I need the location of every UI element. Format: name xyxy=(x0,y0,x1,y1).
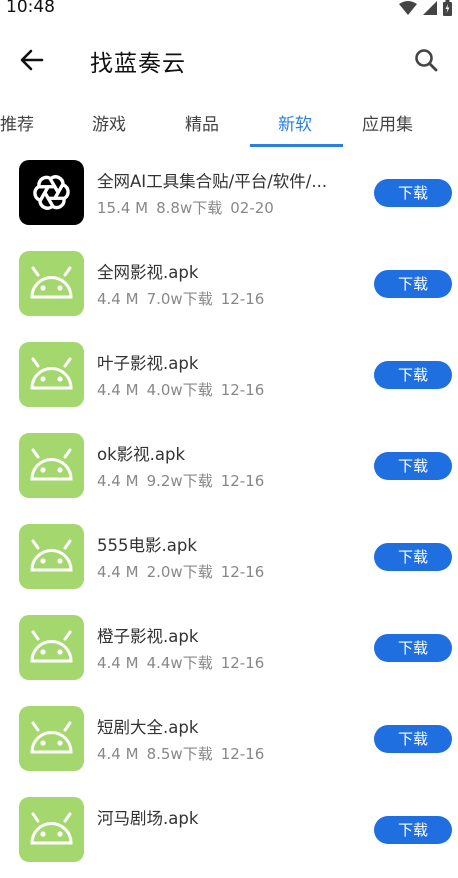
app-downloads: 9.2w下载 xyxy=(146,472,213,490)
list-item[interactable]: 全网AI工具集合贴/平台/软件/... 15.4 M 8.8w下载 02-20 下载 xyxy=(0,150,458,241)
app-downloads: 2.0w下载 xyxy=(146,563,213,581)
app-size: 4.4 M xyxy=(97,381,139,399)
app-date: 12-16 xyxy=(220,654,265,672)
android-icon xyxy=(19,706,84,771)
app-meta: 4.4 M 9.2w下载 12-16 xyxy=(97,470,272,491)
back-button[interactable] xyxy=(12,40,52,80)
page-title: 找蓝奏云 xyxy=(90,51,186,77)
tab-new-software[interactable]: 新软 xyxy=(278,110,312,135)
app-size: 4.4 M xyxy=(97,563,139,581)
app-meta: 4.4 M 4.4w下载 12-16 xyxy=(97,652,272,673)
list-item[interactable]: 555电影.apk 4.4 M 2.0w下载 12-16 下载 xyxy=(0,514,458,605)
app-size: 4.4 M xyxy=(97,654,139,672)
app-name: 叶子影视.apk xyxy=(97,354,199,373)
app-date: 12-16 xyxy=(220,472,265,490)
download-button[interactable]: 下载 xyxy=(374,179,452,207)
app-meta: 4.4 M 7.0w下载 12-16 xyxy=(97,288,272,309)
app-size: 15.4 M xyxy=(97,199,149,217)
app-size: 4.4 M xyxy=(97,745,139,763)
app-name: 555电影.apk xyxy=(97,536,197,555)
search-button[interactable] xyxy=(406,40,446,80)
signal-icon xyxy=(423,1,437,15)
list-item[interactable]: 河马剧场.apk 下载 xyxy=(0,787,458,878)
app-bar: 找蓝奏云 xyxy=(0,30,458,90)
arrow-left-icon xyxy=(20,49,44,71)
status-icons xyxy=(399,0,452,16)
app-name: 全网AI工具集合贴/平台/软件/... xyxy=(97,172,328,191)
tab-games[interactable]: 游戏 xyxy=(92,110,126,135)
tab-indicator xyxy=(250,144,343,147)
android-icon xyxy=(19,342,84,407)
tab-featured[interactable]: 精品 xyxy=(185,110,219,135)
app-size: 4.4 M xyxy=(97,290,139,308)
android-icon xyxy=(19,251,84,316)
app-name: ok影视.apk xyxy=(97,445,186,464)
app-downloads: 8.5w下载 xyxy=(146,745,213,763)
battery-icon xyxy=(443,0,452,16)
app-meta xyxy=(97,834,121,852)
openai-icon xyxy=(19,160,84,225)
list-item[interactable]: 短剧大全.apk 4.4 M 8.5w下载 12-16 下载 xyxy=(0,696,458,787)
app-name: 全网影视.apk xyxy=(97,263,199,282)
app-name: 短剧大全.apk xyxy=(97,718,199,737)
app-downloads: 8.8w下载 xyxy=(156,199,223,217)
app-meta: 4.4 M 4.0w下载 12-16 xyxy=(97,379,272,400)
download-button[interactable]: 下载 xyxy=(374,270,452,298)
download-button[interactable]: 下载 xyxy=(374,452,452,480)
status-bar: 10:48 xyxy=(0,0,458,22)
status-time: 10:48 xyxy=(6,0,55,17)
wifi-icon xyxy=(399,1,417,15)
android-icon xyxy=(19,797,84,862)
download-button[interactable]: 下载 xyxy=(374,725,452,753)
list-item[interactable]: 橙子影视.apk 4.4 M 4.4w下载 12-16 下载 xyxy=(0,605,458,696)
list-item[interactable]: ok影视.apk 4.4 M 9.2w下载 12-16 下载 xyxy=(0,423,458,514)
download-button[interactable]: 下载 xyxy=(374,634,452,662)
app-meta: 15.4 M 8.8w下载 02-20 xyxy=(97,197,282,218)
app-size: 4.4 M xyxy=(97,472,139,490)
app-date: 12-16 xyxy=(220,290,265,308)
tab-recommend[interactable]: 推荐 xyxy=(0,110,34,135)
list-item[interactable]: 全网影视.apk 4.4 M 7.0w下载 12-16 下载 xyxy=(0,241,458,332)
app-name: 河马剧场.apk xyxy=(97,809,199,828)
app-list: 全网AI工具集合贴/平台/软件/... 15.4 M 8.8w下载 02-20 下载… xyxy=(0,150,458,878)
android-icon xyxy=(19,433,84,498)
app-downloads: 4.4w下载 xyxy=(146,654,213,672)
tab-app-collections[interactable]: 应用集 xyxy=(362,110,413,135)
app-meta: 4.4 M 2.0w下载 12-16 xyxy=(97,561,272,582)
app-date: 12-16 xyxy=(220,381,265,399)
app-date: 02-20 xyxy=(230,199,274,217)
android-icon xyxy=(19,615,84,680)
list-item[interactable]: 叶子影视.apk 4.4 M 4.0w下载 12-16 下载 xyxy=(0,332,458,423)
app-downloads: 4.0w下载 xyxy=(146,381,213,399)
app-date: 12-16 xyxy=(220,563,265,581)
app-date: 12-16 xyxy=(220,745,265,763)
app-downloads: 7.0w下载 xyxy=(146,290,213,308)
download-button[interactable]: 下载 xyxy=(374,543,452,571)
app-name: 橙子影视.apk xyxy=(97,627,199,646)
download-button[interactable]: 下载 xyxy=(374,816,452,844)
download-button[interactable]: 下载 xyxy=(374,361,452,389)
app-meta: 4.4 M 8.5w下载 12-16 xyxy=(97,743,272,764)
search-icon xyxy=(415,49,438,72)
android-icon xyxy=(19,524,84,589)
tab-bar: 推荐 游戏 精品 新软 应用集 xyxy=(0,100,458,148)
